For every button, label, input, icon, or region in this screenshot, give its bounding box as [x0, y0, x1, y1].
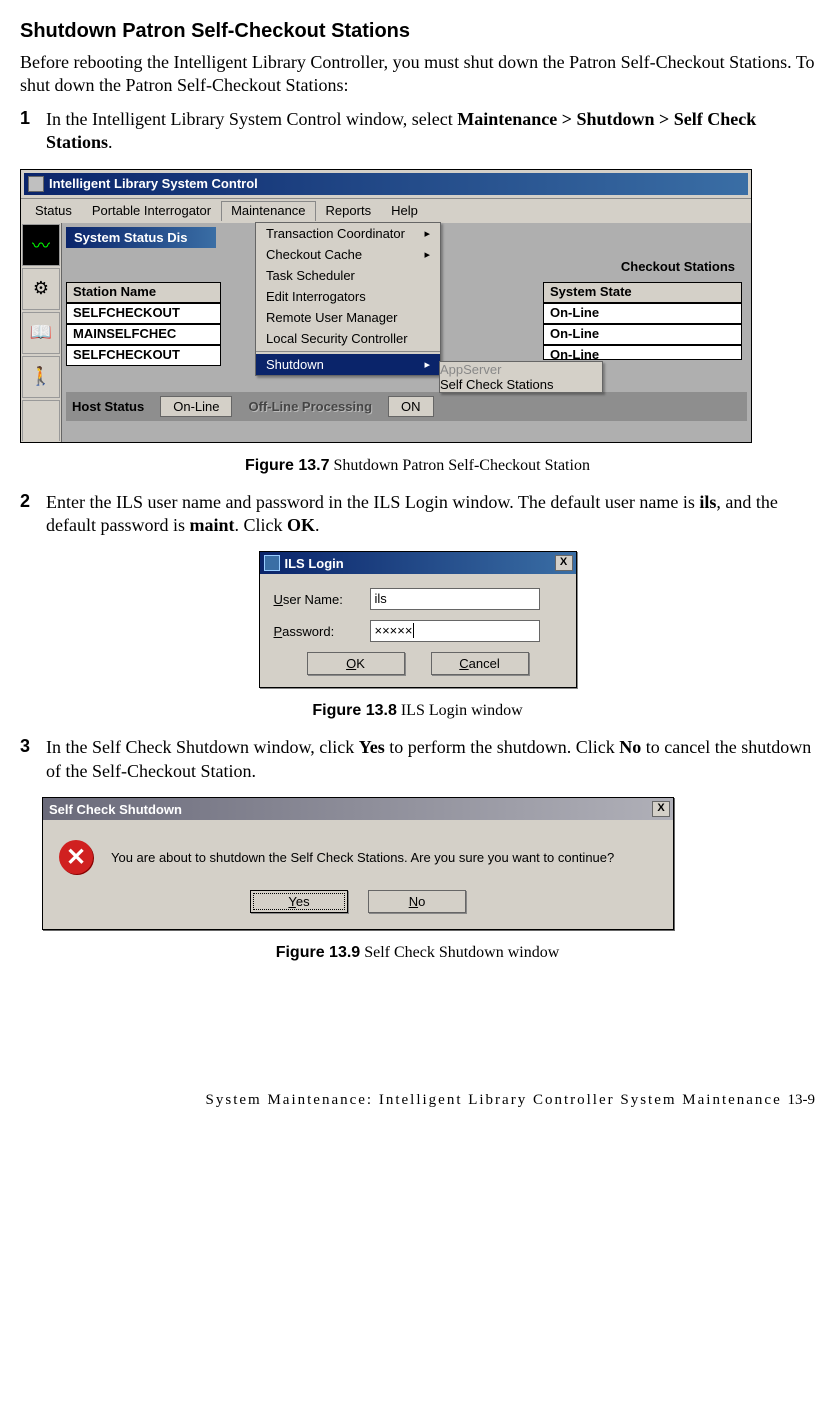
toolbar-blank [22, 400, 60, 441]
offline-processing-value: ON [388, 396, 434, 417]
figure-caption-8: Figure 13.8 ILS Login window [20, 702, 815, 720]
step-text: . [108, 132, 113, 152]
section-title: Shutdown Patron Self-Checkout Stations [20, 20, 815, 43]
footer-text: System Maintenance: Intelligent Library … [206, 1092, 782, 1108]
ils-login-window: ILS Login X User Name: ils Password: ×××… [259, 551, 577, 688]
cell-state: On-Line [543, 345, 742, 360]
menu-item-remote-user-manager[interactable]: Remote User Manager [256, 307, 440, 328]
app-icon [28, 176, 44, 192]
cell-state: On-Line [543, 324, 742, 345]
col-header-station: Station Name [66, 282, 221, 303]
step-bold: No [619, 737, 641, 757]
panel-title: System Status Dis [66, 227, 216, 248]
menu-portable-interrogator[interactable]: Portable Interrogator [82, 201, 221, 221]
window-titlebar[interactable]: Self Check Shutdown X [43, 798, 673, 820]
step-bold: maint [189, 515, 234, 535]
username-label: User Name: [274, 592, 370, 607]
cell-station: SELFCHECKOUT [66, 303, 221, 324]
step-text: . Click [234, 515, 287, 535]
window-title: ILS Login [285, 556, 344, 571]
window-titlebar[interactable]: ILS Login X [260, 552, 576, 574]
menu-item-shutdown[interactable]: Shutdown [256, 354, 440, 375]
app-icon [264, 555, 280, 571]
step-1: 1 In the Intelligent Library System Cont… [20, 108, 815, 155]
window-title: Intelligent Library System Control [49, 176, 258, 191]
close-icon[interactable]: X [652, 801, 670, 817]
error-icon: ✕ [59, 840, 93, 874]
vertical-toolbar: 〰 ⚙ 📖 🚶 [21, 223, 62, 442]
chart-icon[interactable]: 〰 [22, 224, 60, 266]
self-check-shutdown-window: Self Check Shutdown X ✕ You are about to… [42, 797, 674, 930]
step-3: 3 In the Self Check Shutdown window, cli… [20, 736, 815, 783]
username-input[interactable]: ils [370, 588, 540, 610]
cell-station: SELFCHECKOUT [66, 345, 221, 366]
cancel-button[interactable]: Cancel [431, 652, 529, 675]
window-title: Self Check Shutdown [49, 802, 182, 817]
menubar: Status Portable Interrogator Maintenance… [21, 199, 751, 223]
step-2: 2 Enter the ILS user name and password i… [20, 491, 815, 538]
step-body: In the Intelligent Library System Contro… [46, 108, 815, 155]
cell-state: On-Line [543, 303, 742, 324]
tools-icon[interactable]: ⚙ [22, 268, 60, 310]
host-status-label: Host Status [72, 399, 144, 414]
step-number: 3 [20, 736, 46, 783]
figure-caption-7: Figure 13.7 Shutdown Patron Self-Checkou… [20, 457, 815, 475]
status-bar: Host Status On-Line Off-Line Processing … [66, 392, 747, 421]
no-button[interactable]: No [368, 890, 466, 913]
host-status-value: On-Line [160, 396, 232, 417]
col-header-state: System State [543, 282, 742, 303]
step-text: In the Self Check Shutdown window, click [46, 737, 359, 757]
menu-help[interactable]: Help [381, 201, 428, 221]
menu-item-checkout-cache[interactable]: Checkout Cache [256, 244, 440, 265]
page-number: 13-9 [788, 1092, 816, 1108]
shutdown-submenu: AppServer Self Check Stations [439, 361, 603, 393]
password-label: Password: [274, 624, 370, 639]
menu-reports[interactable]: Reports [316, 201, 382, 221]
figure-caption-9: Figure 13.9 Self Check Shutdown window [20, 944, 815, 962]
step-bold: OK [287, 515, 315, 535]
submenu-item-appserver: AppServer [440, 362, 602, 377]
cell-station: MAINSELFCHEC [66, 324, 221, 345]
menu-item-transaction-coordinator[interactable]: Transaction Coordinator [256, 223, 440, 244]
step-number: 1 [20, 108, 46, 155]
menu-item-edit-interrogators[interactable]: Edit Interrogators [256, 286, 440, 307]
step-text: . [315, 515, 320, 535]
step-body: In the Self Check Shutdown window, click… [46, 736, 815, 783]
maintenance-dropdown: Transaction Coordinator Checkout Cache T… [255, 222, 441, 376]
yes-button[interactable]: Yes [250, 890, 348, 913]
step-text: to perform the shutdown. Click [385, 737, 619, 757]
menu-separator [256, 351, 440, 352]
step-bold: Yes [359, 737, 385, 757]
step-text: In the Intelligent Library System Contro… [46, 109, 457, 129]
person-icon[interactable]: 🚶 [22, 356, 60, 398]
ils-control-window: Intelligent Library System Control Statu… [20, 169, 752, 443]
intro-paragraph: Before rebooting the Intelligent Library… [20, 51, 815, 98]
confirm-message: You are about to shutdown the Self Check… [111, 850, 614, 865]
offline-processing-label: Off-Line Processing [248, 399, 372, 414]
checkout-stations-label: Checkout Stations [621, 259, 735, 274]
menu-status[interactable]: Status [25, 201, 82, 221]
submenu-item-self-check-stations[interactable]: Self Check Stations [440, 377, 602, 392]
step-body: Enter the ILS user name and password in … [46, 491, 815, 538]
ok-button[interactable]: OK [307, 652, 405, 675]
book-icon[interactable]: 📖 [22, 312, 60, 354]
step-text: Enter the ILS user name and password in … [46, 492, 699, 512]
menu-item-local-security-controller[interactable]: Local Security Controller [256, 328, 440, 349]
menu-item-task-scheduler[interactable]: Task Scheduler [256, 265, 440, 286]
window-titlebar[interactable]: Intelligent Library System Control [24, 173, 748, 195]
close-icon[interactable]: X [555, 555, 573, 571]
page-footer: System Maintenance: Intelligent Library … [20, 1092, 815, 1109]
step-bold: ils [699, 492, 716, 512]
menu-maintenance[interactable]: Maintenance [221, 201, 315, 221]
password-input[interactable]: ××××× [370, 620, 540, 642]
step-number: 2 [20, 491, 46, 538]
